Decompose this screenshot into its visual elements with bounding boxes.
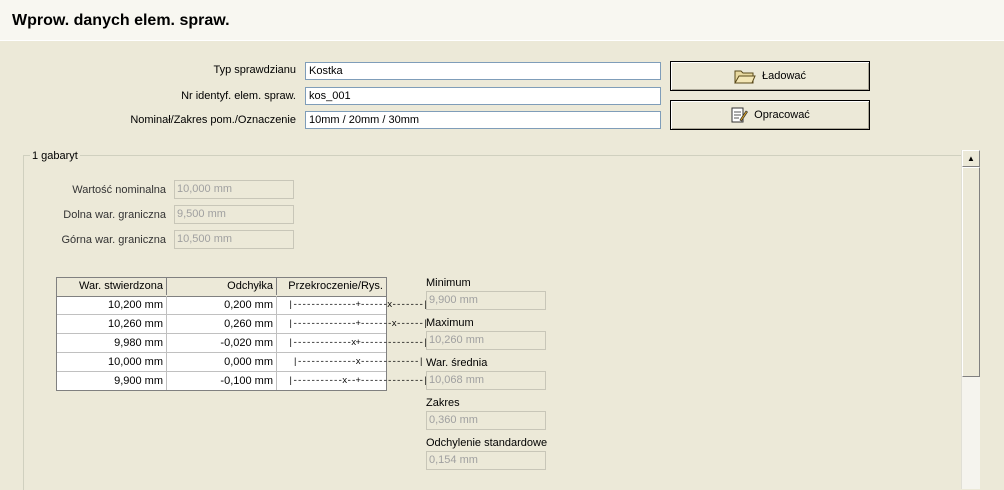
column-header-measured[interactable]: War. stwierdzona bbox=[57, 278, 167, 295]
measured-cell: 10,200 mm bbox=[57, 296, 167, 314]
lower-limit-field: 9,500 mm bbox=[174, 205, 294, 224]
nominal-range-field[interactable]: 10mm / 20mm / 30mm bbox=[305, 111, 661, 129]
measured-cell: 9,900 mm bbox=[57, 372, 167, 390]
nominal-value-field: 10,000 mm bbox=[174, 180, 294, 199]
process-button[interactable]: Opracować bbox=[670, 100, 870, 130]
load-button[interactable]: Ładować bbox=[670, 61, 870, 91]
table-row[interactable]: 10,000 mm 0,000 mm |-------------x------… bbox=[57, 353, 424, 372]
mean-field: 10,068 mm bbox=[426, 371, 546, 390]
type-field[interactable]: Kostka bbox=[305, 62, 661, 80]
load-button-label: Ładować bbox=[761, 70, 807, 82]
id-field[interactable]: kos_001 bbox=[305, 87, 661, 105]
vertical-scrollbar[interactable]: ▲ bbox=[961, 150, 980, 489]
minimum-field: 9,900 mm bbox=[426, 291, 546, 310]
deviation-cell: -0,100 mm bbox=[167, 372, 277, 390]
deviation-cell: 0,000 mm bbox=[167, 353, 277, 371]
exceed-graph-cell: |-----------x--+--------------| bbox=[288, 376, 428, 386]
nominal-range-label: Nominał/Zakres pom./Oznaczenie bbox=[130, 114, 296, 126]
process-button-label: Opracować bbox=[754, 109, 810, 121]
measured-cell: 10,260 mm bbox=[57, 315, 167, 333]
minimum-label: Minimum bbox=[426, 277, 471, 289]
scroll-up-button[interactable]: ▲ bbox=[962, 150, 980, 167]
std-dev-label: Odchylenie standardowe bbox=[426, 437, 548, 449]
nominal-value-label: Wartość nominalna bbox=[72, 184, 166, 196]
measured-cell: 10,000 mm bbox=[57, 353, 167, 371]
edit-document-icon bbox=[730, 106, 749, 124]
folder-open-icon bbox=[734, 68, 756, 84]
std-dev-field: 0,154 mm bbox=[426, 451, 546, 470]
upper-limit-field: 10,500 mm bbox=[174, 230, 294, 249]
group-legend: 1 gabaryt bbox=[30, 150, 80, 162]
scrollbar-thumb[interactable] bbox=[962, 167, 980, 377]
exceed-graph-cell: |-------------x-------------| bbox=[288, 357, 424, 367]
exceed-graph-cell: |--------------+-------x------| bbox=[288, 319, 428, 329]
deviation-cell: 0,200 mm bbox=[167, 296, 277, 314]
column-header-exceed[interactable]: Przekroczenie/Rys. bbox=[277, 278, 386, 295]
exceed-graph-cell: |-------------x+--------------| bbox=[288, 338, 428, 348]
maximum-label: Maximum bbox=[426, 317, 474, 329]
header-divider bbox=[0, 40, 1004, 41]
table-header: War. stwierdzona Odchyłka Przekroczenie/… bbox=[57, 278, 386, 297]
mean-label: War. średnia bbox=[426, 357, 488, 369]
table-row[interactable]: 9,900 mm -0,100 mm |-----------x--+-----… bbox=[57, 372, 428, 391]
range-field: 0,360 mm bbox=[426, 411, 546, 430]
measurements-table[interactable]: War. stwierdzona Odchyłka Przekroczenie/… bbox=[56, 277, 428, 391]
maximum-field: 10,260 mm bbox=[426, 331, 546, 350]
lower-limit-label: Dolna war. graniczna bbox=[63, 209, 166, 221]
header-bar: Wprow. danych elem. spraw. bbox=[0, 0, 1004, 41]
deviation-cell: -0,020 mm bbox=[167, 334, 277, 352]
upper-limit-label: Górna war. graniczna bbox=[61, 234, 166, 246]
type-label: Typ sprawdzianu bbox=[213, 64, 296, 76]
scroll-up-arrow-icon: ▲ bbox=[967, 154, 975, 163]
measured-cell: 9,980 mm bbox=[57, 334, 167, 352]
table-row[interactable]: 9,980 mm -0,020 mm |-------------x+-----… bbox=[57, 334, 428, 353]
table-row[interactable]: 10,260 mm 0,260 mm |--------------+-----… bbox=[57, 315, 428, 334]
deviation-cell: 0,260 mm bbox=[167, 315, 277, 333]
table-row[interactable]: 10,200 mm 0,200 mm |--------------+-----… bbox=[57, 296, 428, 315]
id-label: Nr identyf. elem. spraw. bbox=[181, 90, 296, 102]
exceed-graph-cell: |--------------+------x-------| bbox=[288, 300, 428, 310]
page-title: Wprow. danych elem. spraw. bbox=[12, 12, 230, 29]
range-label: Zakres bbox=[426, 397, 460, 409]
column-header-deviation[interactable]: Odchyłka bbox=[167, 278, 277, 295]
